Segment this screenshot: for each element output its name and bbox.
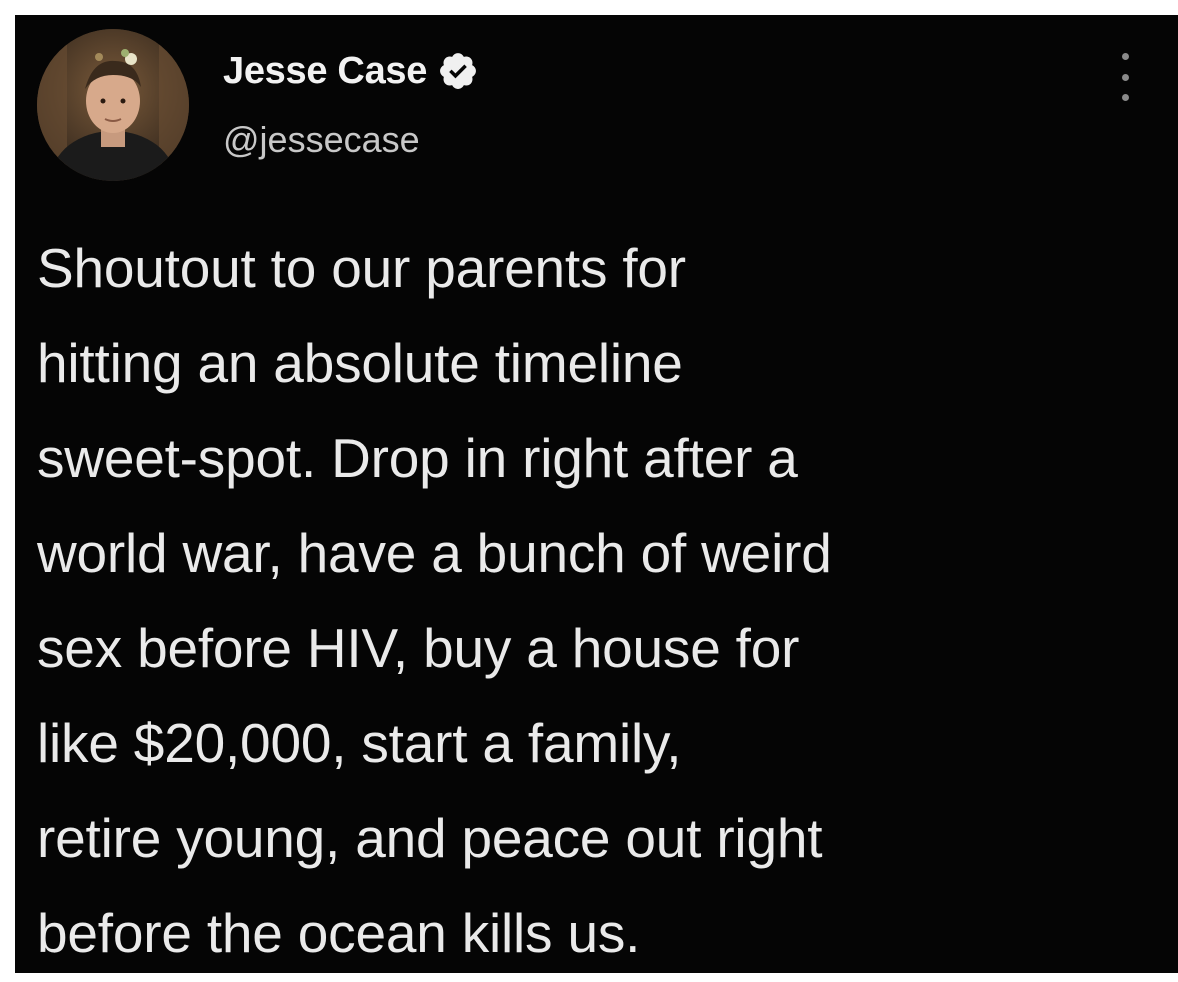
tweet-card: Jesse Case @jessecase Shoutout to our pa… (15, 15, 1178, 973)
more-options-button[interactable] (1113, 53, 1137, 101)
profile-photo-icon (37, 29, 189, 181)
author-handle[interactable]: @jessecase (223, 119, 420, 161)
author-name[interactable]: Jesse Case (223, 50, 427, 93)
screenshot-frame: Jesse Case @jessecase Shoutout to our pa… (0, 0, 1178, 982)
tweet-text-line: sweet-spot. Drop in right after a (37, 427, 798, 489)
tweet-text-line: Shoutout to our parents for (37, 237, 686, 299)
tweet-text-line: retire young, and peace out right (37, 807, 823, 869)
tweet-text-line: sex before HIV, buy a house for (37, 617, 800, 679)
more-vertical-icon (1121, 53, 1129, 60)
avatar[interactable] (37, 29, 189, 181)
tweet-text-line: before the ocean kills us. (37, 902, 641, 964)
more-vertical-icon-dot (1121, 73, 1129, 81)
tweet-text-line: world war, have a bunch of weird (37, 522, 832, 584)
tweet-text-line: like $20,000, start a family, (37, 712, 682, 774)
verified-badge-icon (440, 53, 477, 89)
tweet-text: Shoutout to our parents for hitting an a… (37, 221, 1147, 973)
more-vertical-icon-dot (1121, 94, 1129, 101)
author-name-row: Jesse Case (223, 47, 479, 95)
tweet-text-line: hitting an absolute timeline (37, 332, 683, 394)
